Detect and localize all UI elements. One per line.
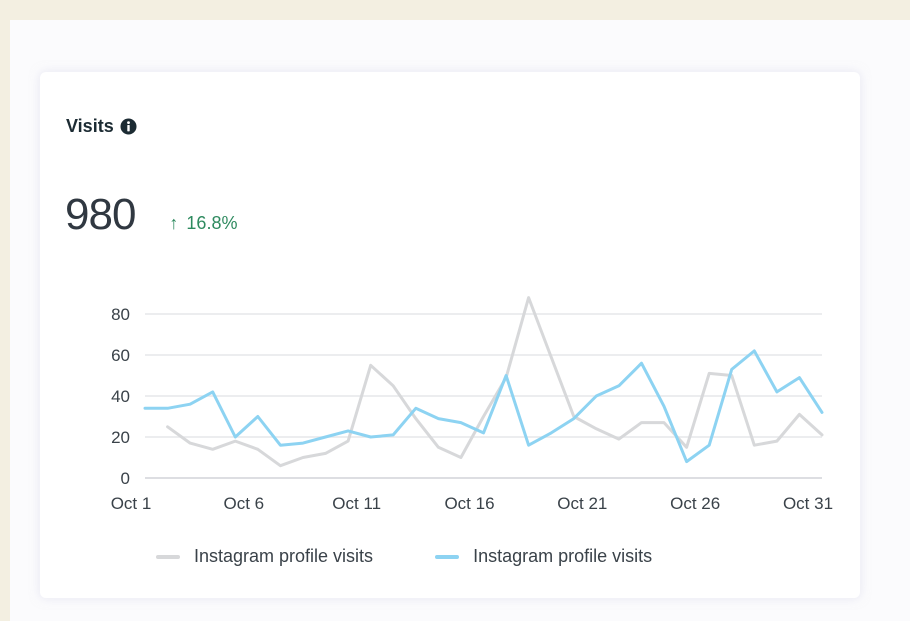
legend: Instagram profile visits Instagram profi… (156, 546, 714, 567)
x-tick-label: Oct 26 (670, 494, 720, 513)
visits-card: Visits 980 ↑ 16.8% 0 20 40 60 80 Oct 1 Oct 6O… (40, 72, 860, 598)
x-axis-ticks: Oct 1 Oct 6 Oct 11 Oct 16 Oct 21 Oct 26 Oct 31 (111, 494, 833, 513)
y-tick-label: 80 (111, 305, 130, 324)
series-line-gray (166, 296, 824, 468)
y-tick-label: 40 (111, 387, 130, 406)
y-tick-label: 0 (121, 469, 130, 488)
x-tick-label: Oct 21 (557, 494, 607, 513)
line-chart: 020406080 Oct 1 Oct 6 Oct 11 Oct 16 Oct 21 Oc… (111, 296, 833, 513)
series-layer (143, 296, 824, 468)
x-tick-label: Oct 16 (444, 494, 494, 513)
x-tick-label: Oct 11 (332, 494, 381, 513)
legend-label: Instagram profile visits (194, 546, 374, 566)
x-tick-label: Oct 1 (111, 494, 152, 513)
y-tick-label: 20 (111, 428, 130, 447)
x-tick-label: Oct 31 (783, 494, 833, 513)
legend-swatch-gray (156, 554, 180, 559)
legend-label: Instagram profile visits (473, 546, 653, 566)
legend-item-blue[interactable]: Instagram profile visits (435, 546, 652, 567)
legend-item-gray[interactable]: Instagram profile visits (156, 546, 373, 567)
x-tick-label: Oct 6 (224, 494, 265, 513)
y-tick-label: 60 (111, 346, 130, 365)
y-axis-ticks: 0 20 40 60 80 (111, 305, 130, 488)
grid-layer (145, 313, 822, 479)
legend-swatch-blue (435, 554, 460, 559)
